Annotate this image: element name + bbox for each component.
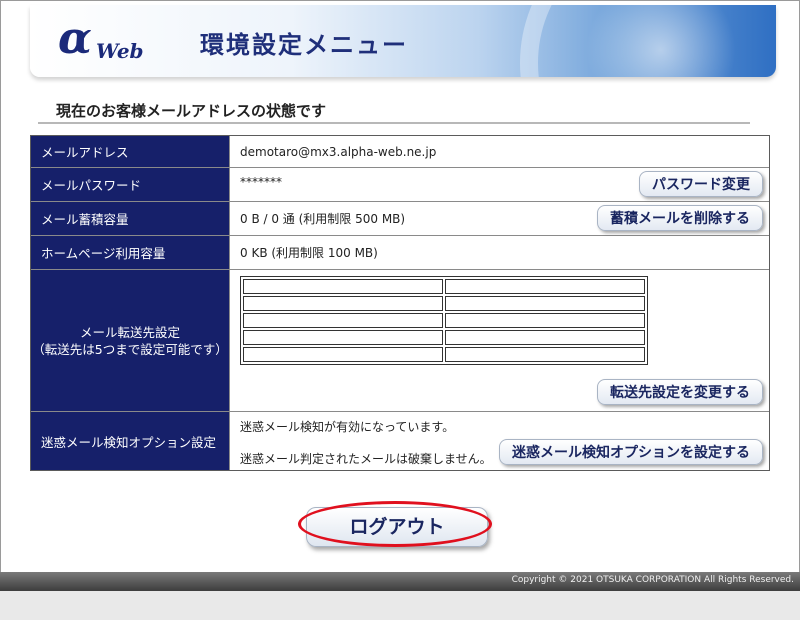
password-cell: ******* パスワード変更 [230, 168, 769, 201]
forward-grid-row [242, 346, 646, 363]
spam-row: 迷惑メール検知オプション設定 迷惑メール検知が有効になっています。 迷惑メール判… [31, 412, 769, 470]
section-title: 現在のお客様メールアドレスの状態です [56, 102, 327, 120]
spam-option-settings-button[interactable]: 迷惑メール検知オプションを設定する [499, 439, 763, 465]
forward-grid-cell [243, 347, 443, 362]
storage-row: メール蓄積容量 0 B / 0 通 (利用制限 500 MB) 蓄積メールを削除… [31, 202, 769, 236]
logo-web-text: Web [96, 39, 144, 63]
password-value: ******* [240, 174, 282, 189]
header-banner: α Web 環境設定メニュー [30, 5, 776, 77]
forward-grid-row [242, 312, 646, 329]
forward-label-line1: メール転送先設定 [79, 324, 180, 340]
change-forward-settings-button[interactable]: 転送先設定を変更する [597, 379, 763, 405]
email-value: demotaro@mx3.alpha-web.ne.jp [240, 144, 437, 159]
forward-row: メール転送先設定 （転送先は5つまで設定可能です） 転送先設定を変更する [31, 270, 769, 412]
email-label: メールアドレス [31, 136, 230, 167]
forward-grid-cell [445, 330, 645, 345]
account-status-table: メールアドレス demotaro@mx3.alpha-web.ne.jp メール… [30, 135, 770, 471]
forward-grid-cell [445, 347, 645, 362]
homepage-value: 0 KB (利用制限 100 MB) [240, 246, 378, 260]
email-row: メールアドレス demotaro@mx3.alpha-web.ne.jp [31, 136, 769, 168]
forward-cell: 転送先設定を変更する [230, 270, 769, 411]
spam-label: 迷惑メール検知オプション設定 [31, 412, 230, 470]
logo-alpha-glyph: α [58, 13, 92, 64]
storage-cell: 0 B / 0 通 (利用制限 500 MB) 蓄積メールを削除する [230, 202, 769, 235]
homepage-row: ホームページ利用容量 0 KB (利用制限 100 MB) [31, 236, 769, 270]
forward-grid-cell [243, 296, 443, 311]
spam-status-enabled: 迷惑メール検知が有効になっています。 [240, 420, 455, 434]
forward-label: メール転送先設定 （転送先は5つまで設定可能です） [31, 270, 230, 411]
spam-status-discard: 迷惑メール判定されたメールは破棄しません。 [240, 452, 492, 466]
forward-grid-cell [445, 279, 645, 294]
forward-grid-row [242, 295, 646, 312]
footer-bottom [0, 591, 800, 620]
logout-button[interactable]: ログアウト [306, 507, 488, 547]
storage-label: メール蓄積容量 [31, 202, 230, 235]
logout-area: ログアウト [298, 501, 498, 551]
copyright-text: Copyright © 2021 OTSUKA CORPORATION All … [511, 575, 794, 585]
storage-value: 0 B / 0 通 (利用制限 500 MB) [240, 212, 406, 226]
spam-cell: 迷惑メール検知が有効になっています。 迷惑メール判定されたメールは破棄しません。… [230, 412, 769, 470]
password-row: メールパスワード ******* パスワード変更 [31, 168, 769, 202]
forward-grid-cell [243, 313, 443, 328]
forward-grid-cell [243, 279, 443, 294]
section-divider [38, 122, 750, 124]
delete-stored-mail-button[interactable]: 蓄積メールを削除する [597, 205, 763, 231]
alpha-web-logo: α Web [58, 17, 158, 64]
forward-label-line2: （転送先は5つまで設定可能です） [32, 341, 228, 357]
forward-grid-cell [243, 330, 443, 345]
change-password-button[interactable]: パスワード変更 [639, 171, 763, 197]
forward-grid-row [242, 278, 646, 295]
forward-address-grid [240, 276, 648, 365]
forward-grid-cell [445, 296, 645, 311]
homepage-label: ホームページ利用容量 [31, 236, 230, 269]
password-label: メールパスワード [31, 168, 230, 201]
page-title: 環境設定メニュー [200, 31, 408, 59]
forward-grid-cell [445, 313, 645, 328]
forward-grid-row [242, 329, 646, 346]
